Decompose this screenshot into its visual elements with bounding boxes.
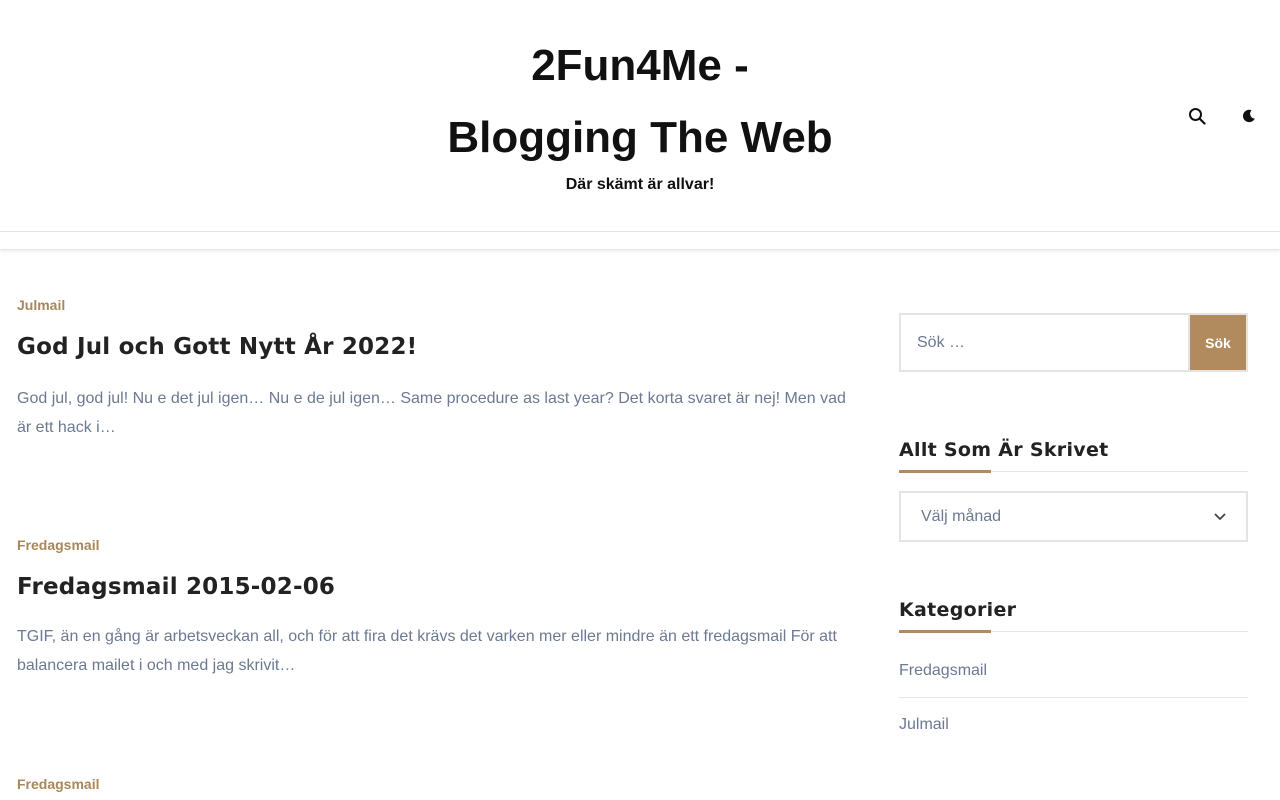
- list-item: Fredagsmail: [899, 645, 1248, 698]
- post-category-link[interactable]: Julmail: [17, 295, 847, 315]
- category-list: Fredagsmail Julmail: [899, 645, 1248, 751]
- search-icon[interactable]: [1185, 104, 1209, 128]
- post-excerpt: God jul, god jul! Nu e det jul igen… Nu …: [17, 390, 846, 436]
- site-title[interactable]: 2Fun4Me - Blogging The Web: [340, 30, 940, 174]
- post-item: Fredagsmail: [17, 774, 847, 794]
- list-item: Julmail: [899, 698, 1248, 751]
- search-button[interactable]: Sök: [1190, 313, 1248, 372]
- categories-widget-title: Kategorier: [899, 595, 1248, 633]
- post-item: Julmail God Jul och Gott Nytt År 2022! G…: [17, 295, 847, 436]
- post-title-link[interactable]: God Jul och Gott Nytt År 2022!: [17, 332, 417, 362]
- search-form: Sök: [899, 313, 1248, 372]
- category-link-fredagsmail[interactable]: Fredagsmail: [899, 662, 987, 680]
- post-excerpt: TGIF, än en gång är arbetsveckan all, oc…: [17, 628, 837, 674]
- site-title-line-2[interactable]: Blogging The Web: [447, 113, 832, 162]
- post-title-link[interactable]: Fredagsmail 2015-02-06: [17, 572, 335, 602]
- site-title-line-1[interactable]: 2Fun4Me -: [531, 41, 749, 90]
- header-divider: [0, 231, 1280, 232]
- post-item: Fredagsmail Fredagsmail 2015-02-06 TGIF,…: [17, 535, 847, 674]
- site-header: 2Fun4Me - Blogging The Web Där skämt är …: [0, 0, 1280, 250]
- archive-select-value: Välj månad: [921, 507, 1002, 525]
- post-category-link[interactable]: Fredagsmail: [17, 535, 847, 555]
- search-input[interactable]: [899, 313, 1190, 372]
- category-link-julmail[interactable]: Julmail: [899, 716, 949, 734]
- moon-icon[interactable]: [1237, 104, 1261, 128]
- site-tagline: Där skämt är allvar!: [565, 176, 715, 193]
- archive-widget-title: Allt Som Är Skrivet: [899, 435, 1248, 473]
- archive-month-select[interactable]: Välj månad: [899, 491, 1248, 542]
- post-category-link[interactable]: Fredagsmail: [17, 774, 847, 794]
- chevron-down-icon: [1214, 510, 1226, 524]
